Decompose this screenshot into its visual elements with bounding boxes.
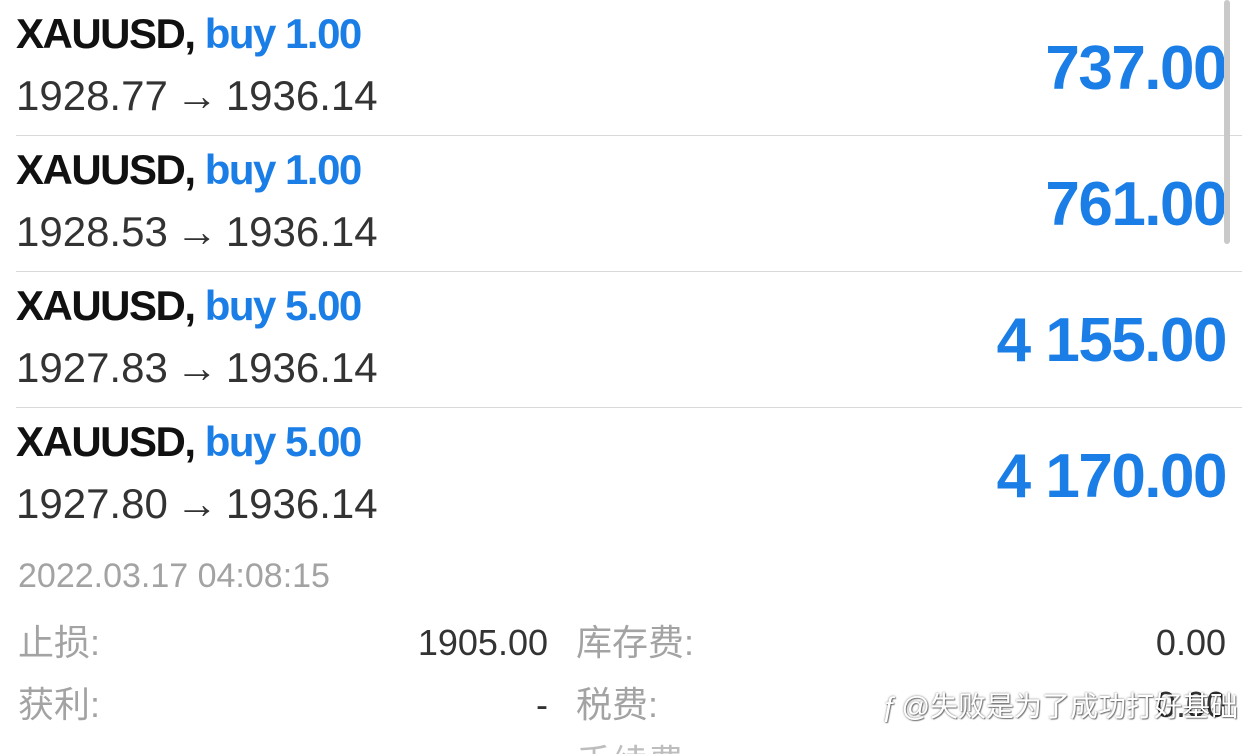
position-profit: 737.00 — [1045, 34, 1227, 103]
positions-list: XAUUSD, buy 1.00 1928.77 → 1936.14 737.00 … — [0, 0, 1242, 543]
commission-label: 手续费: — [576, 740, 694, 754]
position-row[interactable]: XAUUSD, buy 5.00 1927.83 → 1936.14 4 155.0… — [16, 272, 1242, 408]
position-profit: 4 170.00 — [996, 442, 1228, 511]
stop-loss-value: 1905.00 — [417, 622, 548, 663]
take-profit-value: - — [536, 684, 548, 725]
watermark-text: @失败是为了成功打好基础 — [901, 691, 1239, 722]
position-prices: 1928.53 → 1936.14 — [16, 208, 378, 256]
open-price: 1927.83 — [16, 344, 168, 391]
position-type: buy — [204, 282, 277, 329]
position-type: buy — [204, 146, 277, 193]
arrow-right-icon: → — [175, 344, 218, 391]
stop-loss-field: 止损: 1905.00 — [18, 620, 548, 666]
position-symbol: XAUUSD, — [16, 282, 196, 329]
open-price: 1928.53 — [16, 208, 168, 255]
position-row[interactable]: XAUUSD, buy 1.00 1928.77 → 1936.14 737.00 — [16, 0, 1242, 136]
position-symbol: XAUUSD, — [16, 146, 196, 193]
position-type: buy — [204, 10, 277, 57]
position-type: buy — [204, 418, 277, 465]
take-profit-label: 获利: — [18, 684, 101, 725]
position-row-selected[interactable]: XAUUSD, buy 5.00 1927.80 → 1936.14 4 170.0… — [16, 408, 1242, 543]
swap-field: 库存费: 0.00 — [576, 620, 1226, 666]
current-price: 1936.14 — [225, 344, 378, 391]
current-price: 1936.14 — [225, 480, 378, 527]
taxes-label: 税费: — [576, 684, 659, 725]
current-price: 1936.14 — [225, 72, 378, 119]
swap-label: 库存费: — [576, 622, 695, 663]
position-header: XAUUSD, buy 5.00 — [16, 418, 362, 466]
current-price: 1936.14 — [225, 208, 378, 255]
scrollbar[interactable] — [1224, 0, 1230, 244]
positions-screen: XAUUSD, buy 1.00 1928.77 → 1936.14 737.00 … — [0, 0, 1242, 754]
position-row[interactable]: XAUUSD, buy 1.00 1928.53 → 1936.14 761.00 — [16, 136, 1242, 272]
swap-value: 0.00 — [1155, 622, 1226, 663]
position-volume: 1.00 — [285, 10, 362, 57]
arrow-right-icon: → — [175, 208, 218, 255]
arrow-right-icon: → — [175, 480, 218, 527]
position-header: XAUUSD, buy 1.00 — [16, 10, 362, 58]
arrow-right-icon: → — [175, 72, 218, 119]
position-prices: 1927.83 → 1936.14 — [16, 344, 378, 392]
position-prices: 1928.77 → 1936.14 — [16, 72, 378, 120]
watermark: ƒ @失败是为了成功打好基础 — [882, 690, 1238, 724]
position-volume: 1.00 — [285, 146, 362, 193]
position-header: XAUUSD, buy 5.00 — [16, 282, 362, 330]
position-profit: 761.00 — [1045, 170, 1227, 239]
position-header: XAUUSD, buy 1.00 — [16, 146, 362, 194]
position-symbol: XAUUSD, — [16, 10, 196, 57]
position-profit: 4 155.00 — [996, 306, 1228, 375]
position-symbol: XAUUSD, — [16, 418, 196, 465]
take-profit-field: 获利: - — [18, 682, 548, 728]
open-time: 2022.03.17 04:08:15 — [18, 557, 330, 595]
position-prices: 1927.80 → 1936.14 — [16, 480, 378, 528]
stop-loss-label: 止损: — [18, 622, 101, 663]
commission-field: 手续费: — [576, 740, 1226, 754]
open-price: 1927.80 — [16, 480, 168, 527]
open-price: 1928.77 — [16, 72, 168, 119]
position-volume: 5.00 — [285, 282, 362, 329]
zhihu-logo-icon: ƒ — [882, 691, 898, 722]
position-volume: 5.00 — [285, 418, 362, 465]
